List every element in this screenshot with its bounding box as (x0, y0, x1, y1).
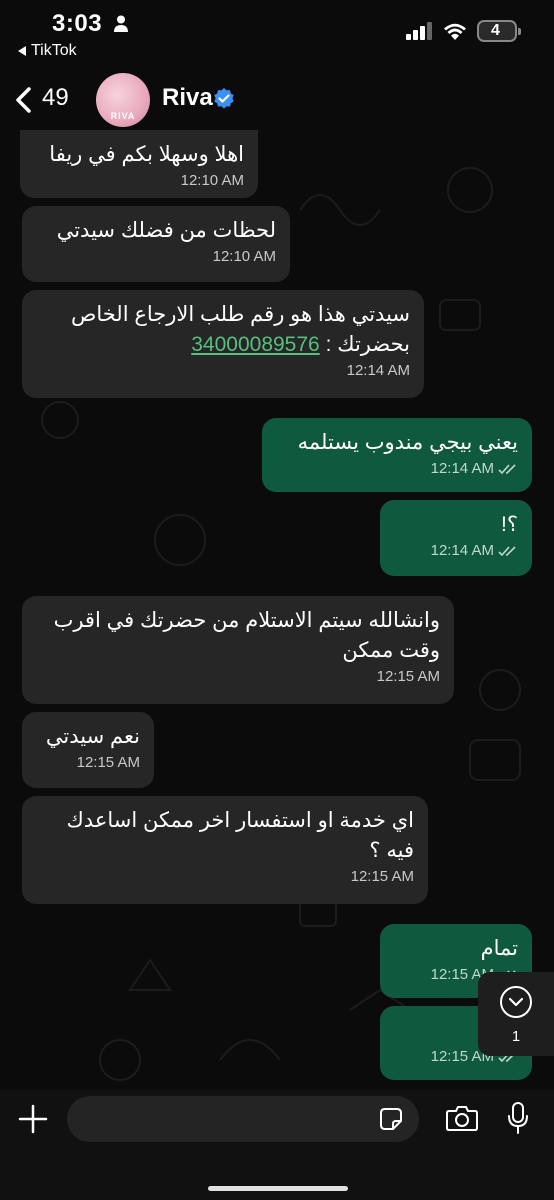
back-chevron-icon[interactable] (12, 86, 34, 114)
message-text: لحظات من فضلك سيدتي (56, 219, 276, 242)
message-time: 12:15 AM (376, 668, 440, 685)
unread-count[interactable]: 49 (42, 84, 69, 112)
message-outgoing[interactable]: ؟! 12:14 AM (380, 500, 532, 576)
message-incoming[interactable]: نعم سيدتي 12:15 AM (22, 712, 154, 788)
plus-attach-icon[interactable] (18, 1104, 48, 1134)
message-time: 12:14 AM (430, 542, 494, 559)
home-indicator[interactable] (208, 1186, 348, 1191)
message-text: اي خدمة او استفسار اخر ممكن اساعدك فيه ؟ (66, 809, 415, 862)
camera-icon[interactable] (446, 1104, 478, 1132)
message-time: 12:10 AM (180, 172, 244, 189)
message-text: نعم سيدتي (45, 725, 140, 748)
message-incoming[interactable]: لحظات من فضلك سيدتي 12:10 AM (22, 206, 290, 282)
message-time: 12:15 AM (350, 868, 414, 885)
message-incoming[interactable]: وانشالله سيتم الاستلام من حضرتك في اقرب … (22, 596, 454, 704)
message-input[interactable] (67, 1096, 419, 1142)
message-time: 12:14 AM (430, 460, 494, 477)
message-incoming[interactable]: سيدتي هذا هو رقم طلب الارجاع الخاص بحضرت… (22, 290, 424, 398)
microphone-icon[interactable] (507, 1102, 529, 1134)
battery-level: 4 (491, 22, 500, 39)
chat-header: 49 RIVA Riva (0, 70, 554, 130)
message-text: سيدتي هذا هو رقم طلب الارجاع الخاص بحضرت… (36, 300, 410, 360)
sticker-icon[interactable] (379, 1107, 403, 1131)
message-text: ؟! (501, 513, 518, 536)
person-icon (114, 15, 128, 32)
message-meta: 12:14 AM (394, 542, 518, 560)
clock: 3:03 (52, 10, 103, 37)
message-time: 12:15 AM (76, 754, 140, 771)
scroll-to-bottom-button[interactable]: 1 (478, 972, 554, 1056)
message-incoming[interactable]: اهلا وسهلا بكم في ريفا 12:10 AM (20, 130, 258, 198)
contact-name[interactable]: Riva (162, 84, 213, 112)
chat-area[interactable]: اهلا وسهلا بكم في ريفا 12:10 AM لحظات من… (0, 130, 554, 1090)
message-meta: 12:14 AM (276, 460, 518, 478)
avatar-logo-text: RIVA (110, 111, 136, 121)
back-triangle-icon (18, 45, 26, 56)
status-bar: 3:03 TikTok 4 (0, 0, 554, 70)
back-to-app-link[interactable]: TikTok (18, 42, 77, 60)
verified-badge-icon (214, 88, 234, 109)
message-input-bar (0, 1090, 554, 1200)
cellular-signal-icon (406, 22, 432, 40)
message-time: 12:14 AM (346, 362, 410, 379)
new-message-count: 1 (511, 1028, 521, 1045)
back-app-label: TikTok (31, 42, 77, 59)
chevron-down-icon (500, 986, 532, 1018)
message-outgoing[interactable]: يعني بيجي مندوب يستلمه 12:14 AM (262, 418, 532, 492)
avatar[interactable]: RIVA (96, 73, 150, 127)
message-text: وانشالله سيتم الاستلام من حضرتك في اقرب … (53, 609, 440, 662)
message-time: 12:10 AM (212, 248, 276, 265)
wifi-icon (444, 23, 466, 40)
battery-indicator: 4 (477, 20, 521, 42)
read-ticks-icon (498, 463, 516, 474)
message-incoming[interactable]: اي خدمة او استفسار اخر ممكن اساعدك فيه ؟… (22, 796, 428, 904)
return-order-number-link[interactable]: 34000089576 (191, 333, 319, 356)
read-ticks-icon (498, 545, 516, 556)
message-text: اهلا وسهلا بكم في ريفا (49, 143, 244, 166)
message-text: يعني بيجي مندوب يستلمه (297, 431, 518, 454)
message-text: تمام (480, 937, 518, 960)
